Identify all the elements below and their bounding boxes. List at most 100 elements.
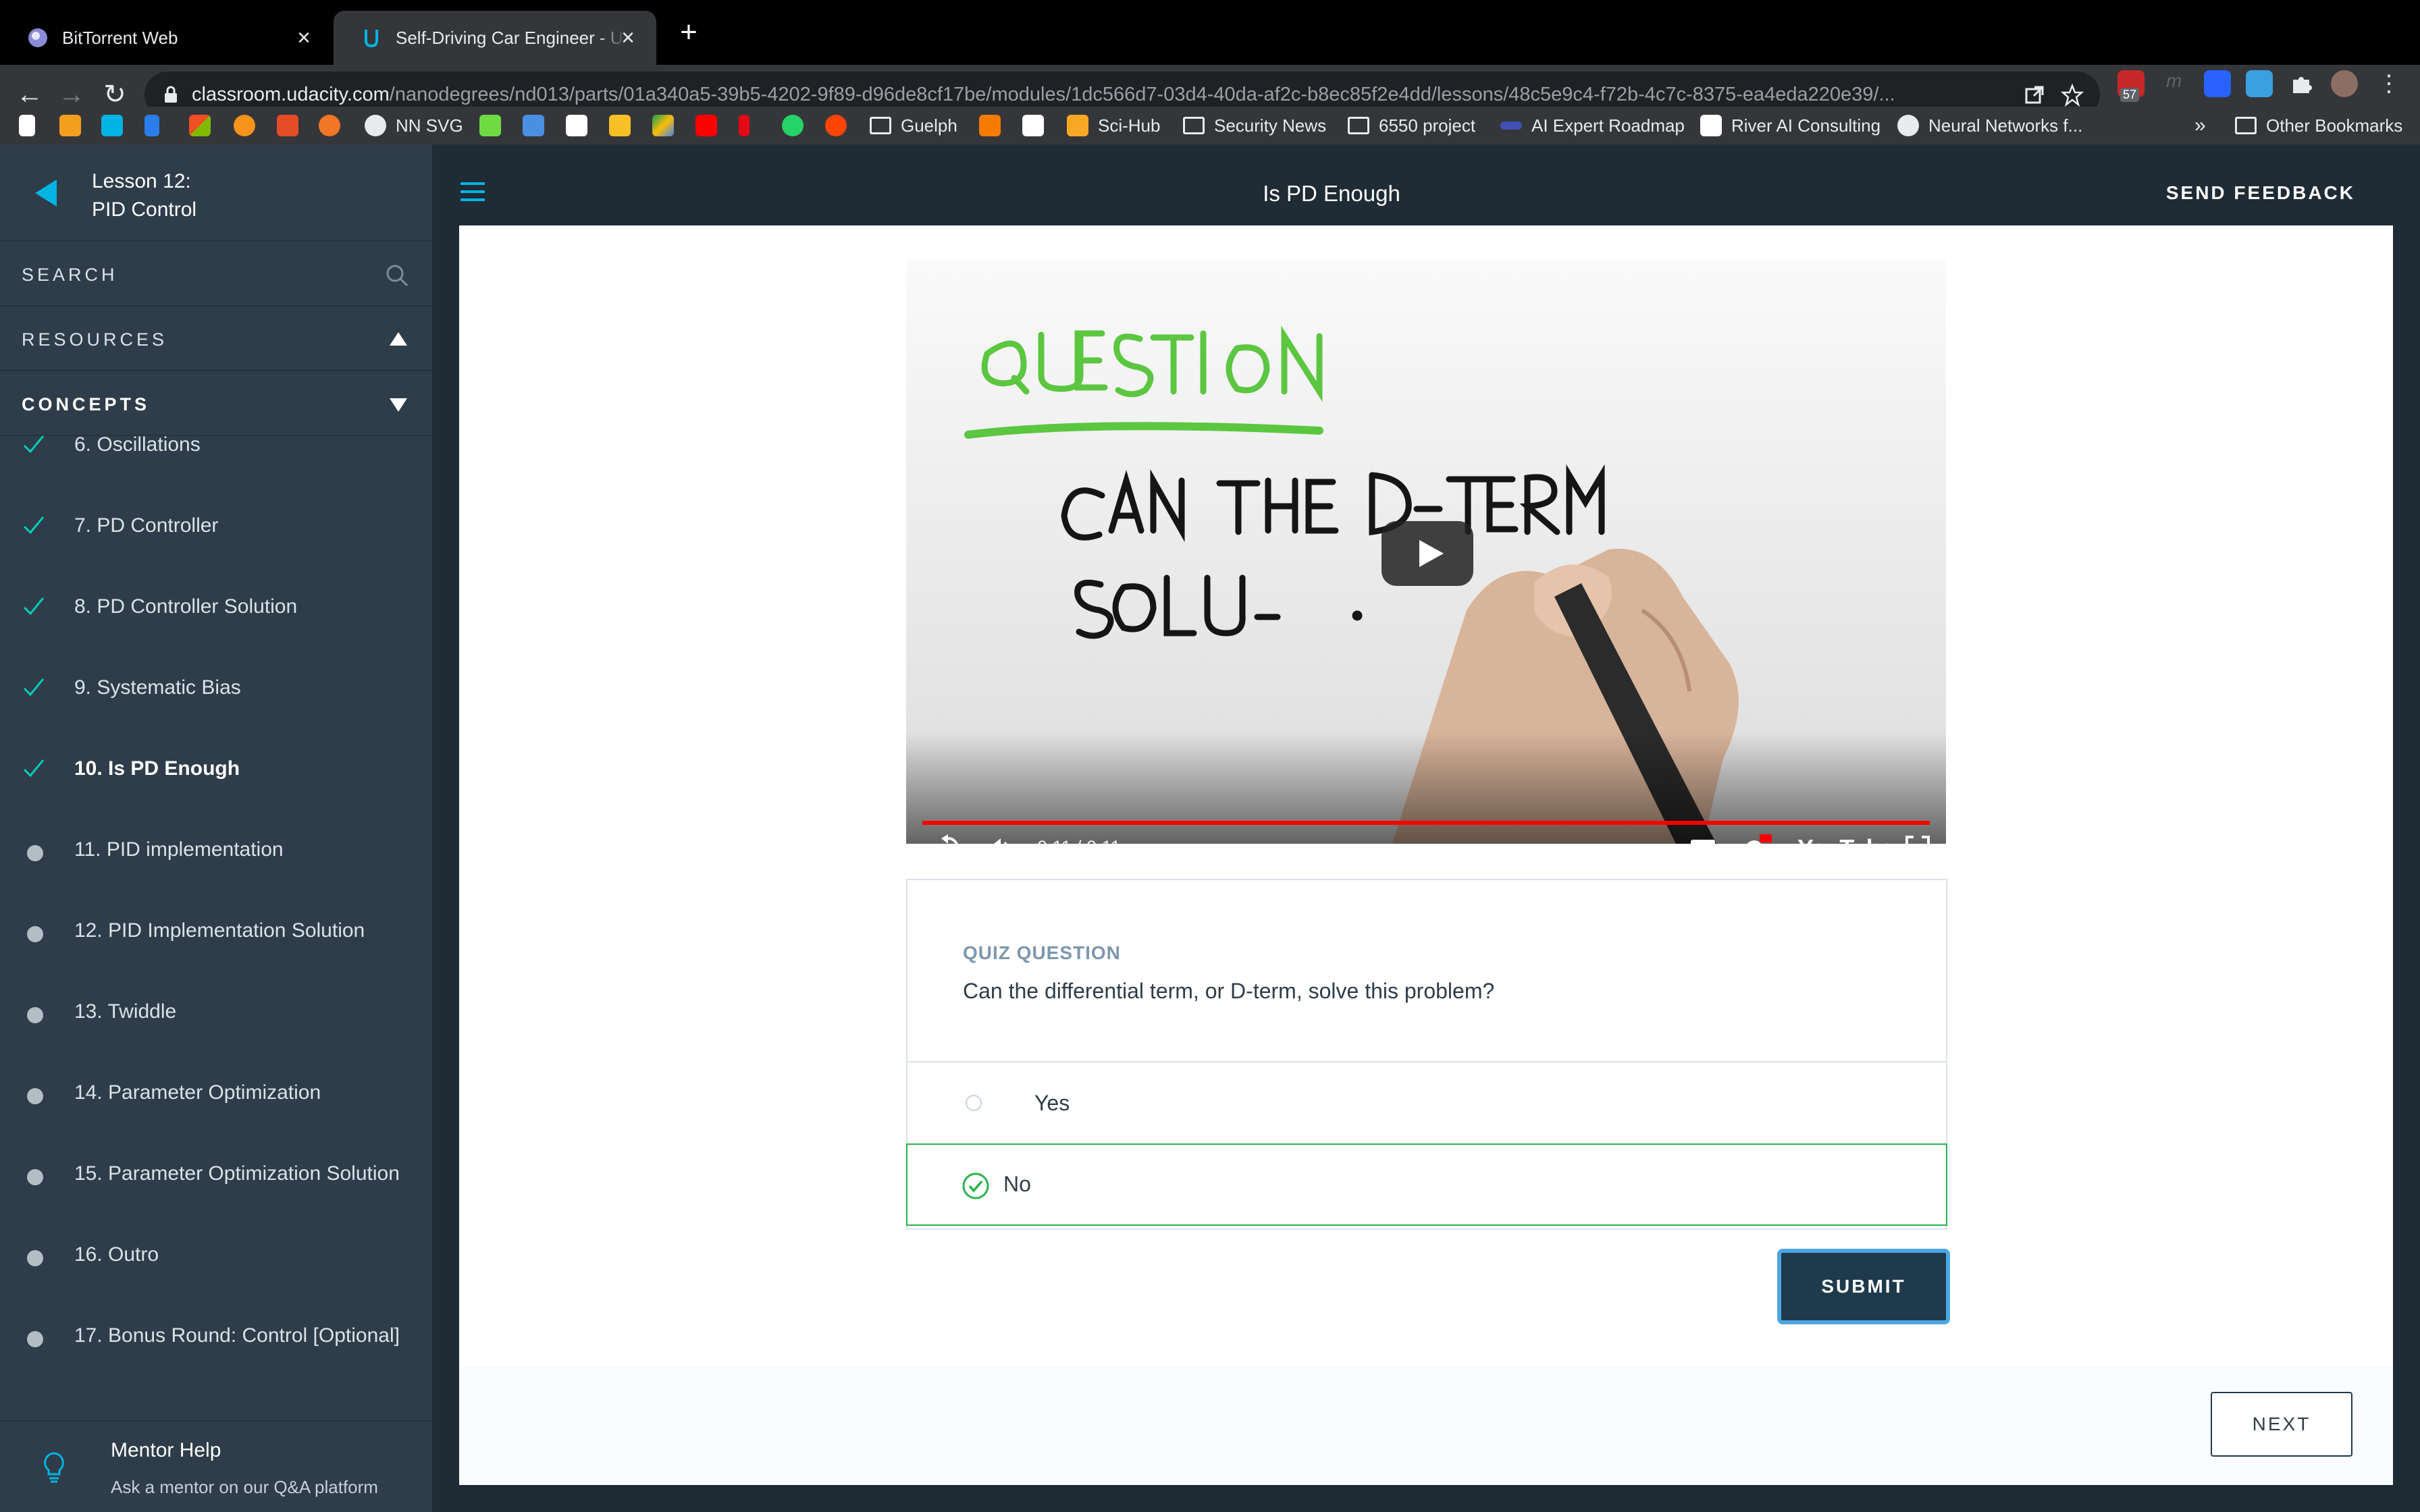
bookmark-neural-networks[interactable]: Neural Networks f...	[1897, 113, 2082, 138]
lesson-header[interactable]: Lesson 12: PID Control	[0, 144, 432, 242]
sidebar-search[interactable]: SEARCH	[0, 242, 432, 306]
bookmark-icon[interactable]	[695, 113, 717, 138]
bookmark-icon[interactable]	[566, 113, 587, 138]
concept-title: 16. Outro	[74, 1243, 159, 1266]
closed-captions-icon[interactable]	[1688, 833, 1718, 844]
back-triangle-icon[interactable]	[32, 178, 59, 211]
browser-tab-bittorrent[interactable]: BitTorrent Web ×	[0, 11, 332, 65]
next-button[interactable]: NEXT	[2211, 1392, 2352, 1457]
bookmark-icon[interactable]	[59, 113, 81, 138]
bookmark-folder-guelph[interactable]: Guelph	[870, 113, 957, 138]
concept-item[interactable]: 17. Bonus Round: Control [Optional]	[0, 1296, 432, 1377]
new-tab-button[interactable]: +	[675, 18, 702, 47]
concept-item[interactable]: 9. Systematic Bias	[0, 648, 432, 729]
close-tab-icon[interactable]: ×	[292, 26, 316, 50]
quiz-option-no[interactable]: No	[906, 1143, 1947, 1226]
close-tab-icon[interactable]: ×	[616, 26, 640, 50]
video-progress-bar[interactable]	[922, 821, 1930, 825]
option-label: Yes	[1034, 1091, 1070, 1115]
concept-title: 15. Parameter Optimization Solution	[74, 1162, 400, 1185]
bookmark-folder-6550-project[interactable]: 6550 project	[1348, 113, 1475, 138]
search-icon[interactable]	[385, 263, 409, 291]
puzzle-icon[interactable]	[2289, 72, 2316, 99]
concept-title: 12. PID Implementation Solution	[74, 919, 365, 942]
bookmark-icon[interactable]	[652, 113, 674, 138]
bookmark-icon[interactable]	[523, 113, 544, 138]
bookmark-icon[interactable]	[189, 113, 211, 138]
resources-toggle[interactable]: RESOURCES	[0, 306, 432, 371]
send-feedback-button[interactable]: SEND FEEDBACK	[2166, 182, 2355, 204]
udacity-icon	[361, 27, 382, 49]
bookmark-icon[interactable]	[144, 113, 159, 138]
bookmark-icon[interactable]	[782, 113, 804, 138]
concept-title: 10. Is PD Enough	[74, 757, 240, 780]
extension-badge: 57	[2120, 88, 2140, 102]
main-content: 0:11 / 0:11 YouTube QUIZ QUESTION Can th…	[459, 225, 2393, 1485]
check-icon	[22, 513, 46, 537]
bookmarks-overflow-icon[interactable]: »	[2194, 113, 2206, 138]
concept-item[interactable]: 12. PID Implementation Solution	[0, 891, 432, 972]
bookmark-nn-svg[interactable]: NN SVG	[365, 113, 463, 138]
check-icon	[22, 675, 46, 699]
sidebar: SEARCH RESOURCES CONCEPTS 6. Oscillation…	[0, 242, 432, 1420]
bookmark-folder-other[interactable]: Other Bookmarks	[2235, 113, 2402, 138]
browser-tab-udacity[interactable]: Self-Driving Car Engineer - Udacity ×	[334, 11, 656, 65]
quiz-option-yes[interactable]: Yes	[908, 1062, 1946, 1142]
bookmark-icon[interactable]	[101, 113, 123, 138]
bookmark-icon[interactable]	[825, 113, 847, 138]
extension-icon[interactable]: m	[2166, 70, 2193, 97]
replay-icon[interactable]	[933, 833, 963, 844]
fullscreen-icon[interactable]	[1904, 833, 1931, 844]
check-circle-icon[interactable]	[962, 1172, 990, 1204]
concept-item[interactable]: 14. Parameter Optimization	[0, 1053, 432, 1134]
bookmark-icon[interactable]	[739, 113, 749, 138]
youtube-logo[interactable]: YouTube	[1797, 834, 1894, 844]
extension-icon[interactable]	[2246, 70, 2273, 97]
lock-icon	[163, 85, 178, 107]
bookmark-sci-hub[interactable]: Sci-Hub	[1067, 113, 1160, 138]
mentor-help[interactable]: Mentor Help Ask a mentor on our Q&A plat…	[0, 1420, 432, 1512]
concept-item[interactable]: 15. Parameter Optimization Solution	[0, 1134, 432, 1215]
volume-icon[interactable]	[984, 833, 1014, 844]
avatar[interactable]	[2331, 70, 2358, 97]
bookmark-river-ai[interactable]: River AI Consulting	[1700, 113, 1880, 138]
concept-item[interactable]: 7. PD Controller	[0, 486, 432, 567]
bookmark-ai-expert-roadmap[interactable]: AI Expert Roadmap	[1500, 113, 1685, 138]
bookmark-folder-security-news[interactable]: Security News	[1183, 113, 1326, 138]
more-vert-icon[interactable]: ⋮	[2375, 70, 2402, 97]
bookmark-icon[interactable]	[277, 113, 298, 138]
page-title: Is PD Enough	[1263, 181, 1400, 206]
bookmark-icon[interactable]	[319, 113, 340, 138]
bookmark-icon[interactable]	[234, 113, 255, 138]
extension-icon[interactable]	[2204, 70, 2231, 97]
concept-item[interactable]: 16. Outro	[0, 1215, 432, 1296]
radio-unselected-icon[interactable]	[966, 1095, 982, 1111]
bookmark-icon[interactable]	[19, 113, 35, 138]
concept-item[interactable]: 6. Oscillations	[0, 405, 432, 486]
play-icon[interactable]	[1382, 521, 1473, 586]
incomplete-dot-icon	[27, 1331, 43, 1347]
concept-title: 13. Twiddle	[74, 1000, 177, 1023]
concept-item[interactable]: 13. Twiddle	[0, 972, 432, 1053]
concept-title: 17. Bonus Round: Control [Optional]	[74, 1324, 400, 1347]
open-in-app-icon[interactable]	[2023, 84, 2046, 107]
bookmark-icon[interactable]	[479, 113, 501, 138]
option-label: No	[1003, 1172, 1031, 1196]
concept-item-active[interactable]: 10. Is PD Enough	[0, 729, 432, 810]
mentor-help-subtitle: Ask a mentor on our Q&A platform	[111, 1477, 378, 1497]
concept-item[interactable]: 8. PD Controller Solution	[0, 567, 432, 648]
bookmark-icon[interactable]	[1022, 113, 1044, 138]
bookmark-icon[interactable]	[979, 113, 1001, 138]
bookmark-icon[interactable]	[609, 113, 631, 138]
video-progress-fill	[922, 821, 1930, 825]
mentor-help-title: Mentor Help	[111, 1439, 221, 1461]
submit-button[interactable]: SUBMIT	[1777, 1249, 1950, 1324]
tab-title: Self-Driving Car Engineer - Udacity	[396, 27, 625, 48]
concept-title: 11. PID implementation	[74, 838, 284, 861]
bookmark-star-icon[interactable]	[2060, 83, 2084, 107]
youtube-video-player[interactable]: 0:11 / 0:11 YouTube	[906, 259, 1946, 844]
settings-gear-icon[interactable]	[1739, 833, 1773, 844]
concept-item[interactable]: 11. PID implementation	[0, 810, 432, 891]
quiz-question: Can the differential term, or D-term, so…	[963, 979, 1495, 1003]
incomplete-dot-icon	[27, 845, 43, 861]
